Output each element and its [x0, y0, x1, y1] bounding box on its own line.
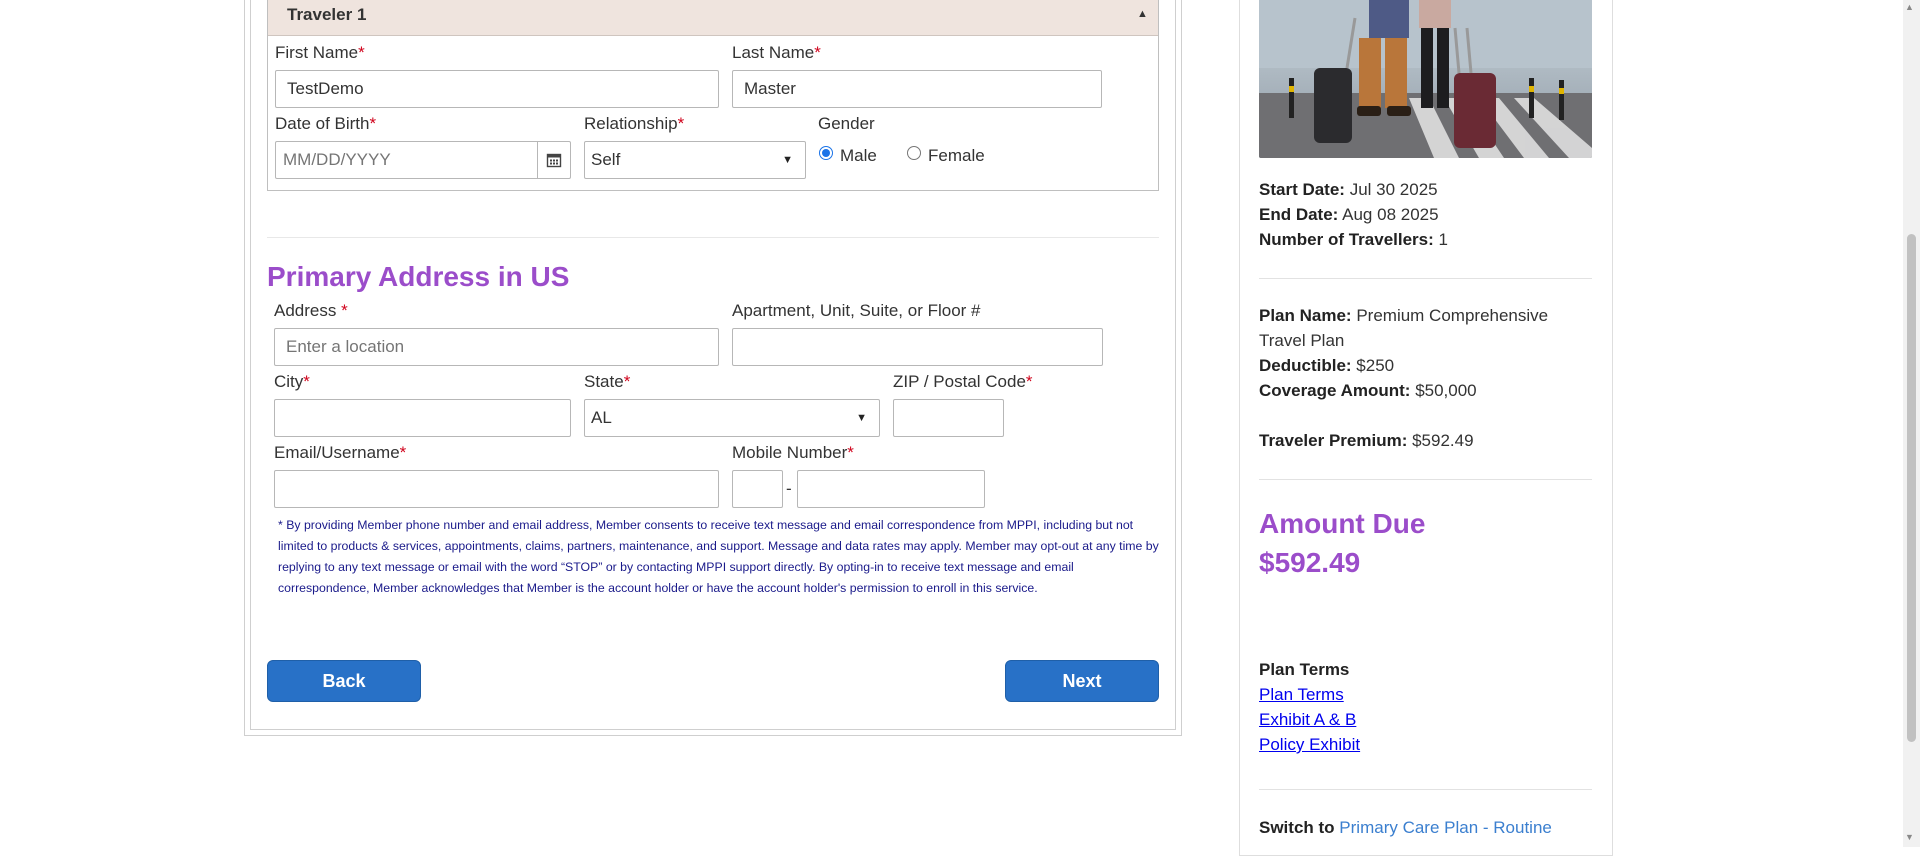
policy-exhibit-link[interactable]: Policy Exhibit — [1259, 732, 1360, 757]
first-name-input[interactable]: TestDemo — [275, 70, 719, 108]
mobile-label: Mobile Number* — [732, 443, 854, 462]
plan-terms-heading: Plan Terms — [1259, 660, 1350, 679]
end-date-row: End Date: Aug 08 2025 — [1259, 205, 1439, 224]
exhibit-ab-link[interactable]: Exhibit A & B — [1259, 707, 1356, 732]
city-label: City* — [274, 372, 310, 391]
traveler-card-header[interactable] — [268, 0, 1158, 36]
traveler-title: Traveler 1 — [287, 5, 367, 24]
plan-name-row-cont: Travel Plan — [1259, 331, 1345, 350]
chevron-down-icon: ▼ — [856, 412, 867, 424]
section-divider — [267, 237, 1159, 238]
relationship-select[interactable]: Self ▼ — [584, 141, 806, 179]
zip-input[interactable] — [893, 399, 1004, 437]
plan-name-row: Plan Name: Premium Comprehensive — [1259, 306, 1549, 325]
plan-terms-link[interactable]: Plan Terms — [1259, 682, 1344, 707]
deductible-row: Deductible: $250 — [1259, 356, 1395, 375]
apt-label: Apartment, Unit, Suite, or Floor # — [732, 301, 981, 320]
last-name-label: Last Name* — [732, 43, 821, 62]
calendar-icon[interactable] — [537, 142, 570, 178]
travel-hero-image — [1259, 0, 1592, 158]
gender-male-radio[interactable] — [819, 146, 833, 160]
back-button[interactable]: Back — [267, 660, 421, 702]
scroll-down-icon[interactable]: ▼ — [1905, 832, 1914, 842]
dob-label: Date of Birth* — [275, 114, 377, 133]
mobile-separator: - — [786, 479, 792, 498]
summary-divider — [1259, 479, 1592, 480]
dob-placeholder: MM/DD/YYYY — [283, 150, 391, 169]
start-date-row: Start Date: Jul 30 2025 — [1259, 180, 1438, 199]
scrollbar-thumb[interactable] — [1907, 234, 1916, 742]
last-name-input[interactable]: Master — [732, 70, 1102, 108]
chevron-down-icon: ▼ — [782, 154, 793, 166]
address-label: Address * — [274, 301, 348, 320]
summary-divider — [1259, 278, 1592, 279]
collapse-up-icon[interactable]: ▲ — [1137, 8, 1148, 20]
first-name-label: First Name* — [275, 43, 365, 62]
gender-female-label[interactable]: Female — [928, 146, 985, 166]
switch-plan-row: Switch to Primary Care Plan - Routine — [1259, 818, 1552, 837]
mobile-number-input[interactable] — [797, 470, 985, 508]
sms-consent-text: * By providing Member phone number and e… — [278, 518, 1159, 595]
premium-row: Traveler Premium: $592.49 — [1259, 431, 1474, 450]
switch-plan-link[interactable]: Primary Care Plan - Routine — [1339, 818, 1552, 837]
mobile-area-code-input[interactable] — [732, 470, 783, 508]
next-button[interactable]: Next — [1005, 660, 1159, 702]
relationship-label: Relationship* — [584, 114, 685, 133]
address-input[interactable]: Enter a location — [274, 328, 719, 366]
state-select[interactable]: AL ▼ — [584, 399, 880, 437]
primary-address-title: Primary Address in US — [267, 261, 570, 292]
gender-label: Gender — [818, 114, 875, 133]
travellers-row: Number of Travellers: 1 — [1259, 230, 1448, 249]
gender-male-label[interactable]: Male — [840, 146, 877, 166]
email-input[interactable] — [274, 470, 719, 508]
gender-female-radio[interactable] — [907, 146, 921, 160]
amount-due-value: $592.49 — [1259, 547, 1361, 578]
coverage-row: Coverage Amount: $50,000 — [1259, 381, 1477, 400]
dob-input[interactable]: MM/DD/YYYY — [275, 141, 571, 179]
zip-label: ZIP / Postal Code* — [893, 372, 1033, 391]
email-label: Email/Username* — [274, 443, 407, 462]
amount-due-label: Amount Due — [1259, 508, 1426, 539]
scroll-up-icon[interactable]: ▲ — [1905, 2, 1914, 12]
apt-input[interactable] — [732, 328, 1103, 366]
city-input[interactable] — [274, 399, 571, 437]
state-label: State* — [584, 372, 631, 391]
summary-divider — [1259, 789, 1592, 790]
